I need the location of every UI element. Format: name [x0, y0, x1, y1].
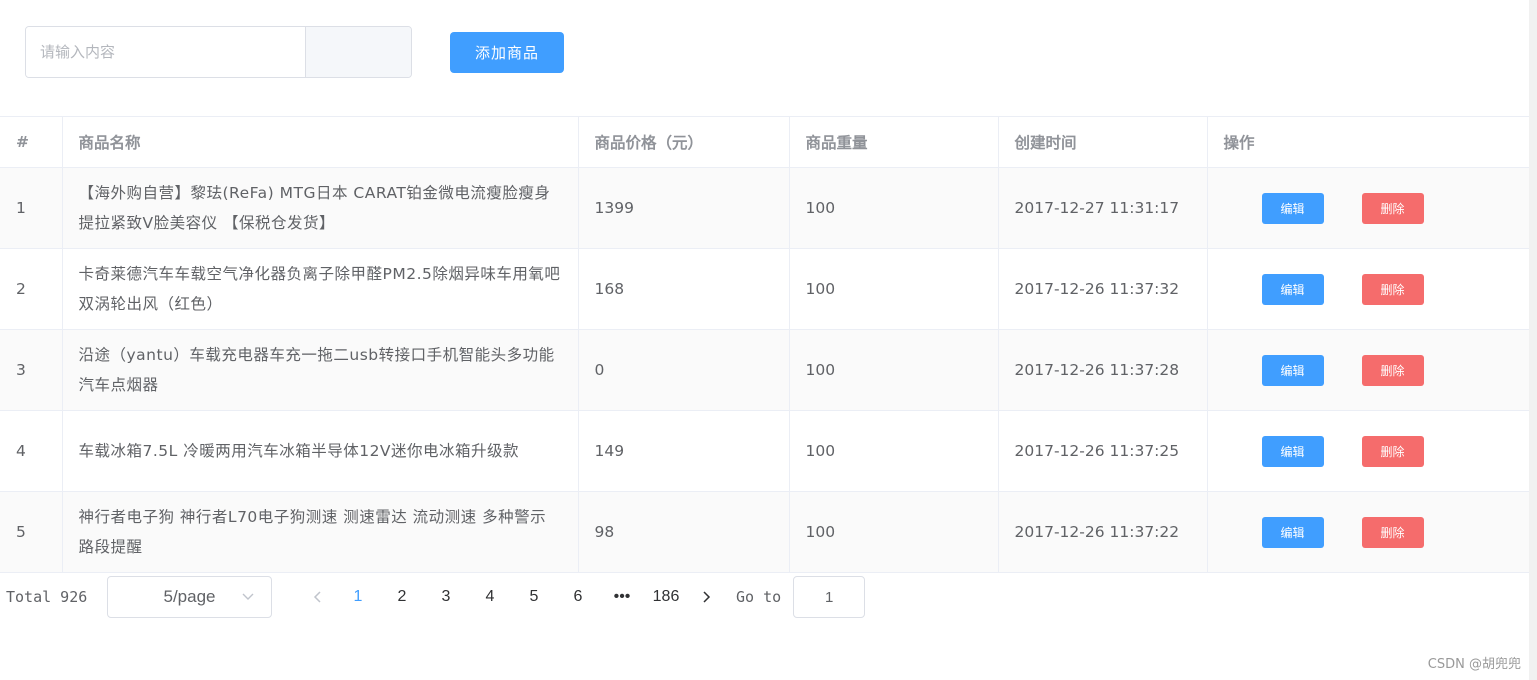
- row-actions: 编辑 删除: [1207, 248, 1530, 330]
- header-actions: 操作: [1207, 116, 1530, 168]
- search-append-button[interactable]: [305, 27, 411, 77]
- row-index: 5: [0, 491, 63, 573]
- row-actions: 编辑 删除: [1207, 491, 1530, 573]
- table-row: 5 神行者电子狗 神行者L70电子狗测速 测速雷达 流动测速 多种警示路段提醒 …: [0, 491, 1530, 573]
- product-weight: 100: [789, 491, 999, 573]
- table-row: 3 沿途（yantu）车载充电器车充一拖二usb转接口手机智能头多功能汽车点烟器…: [0, 329, 1530, 411]
- page-size-select[interactable]: 5/page: [107, 576, 272, 618]
- table-row: 1 【海外购自营】黎珐(ReFa) MTG日本 CARAT铂金微电流瘦脸瘦身提拉…: [0, 167, 1530, 249]
- product-time: 2017-12-26 11:37:32: [998, 248, 1208, 330]
- search-group: [25, 26, 412, 78]
- row-index: 3: [0, 329, 63, 411]
- product-weight: 100: [789, 248, 999, 330]
- product-price: 168: [578, 248, 790, 330]
- product-weight: 100: [789, 410, 999, 492]
- product-name: 神行者电子狗 神行者L70电子狗测速 测速雷达 流动测速 多种警示路段提醒: [62, 491, 579, 573]
- edit-button[interactable]: 编辑: [1261, 516, 1324, 548]
- page-button-1[interactable]: 1: [336, 588, 380, 606]
- row-actions: 编辑 删除: [1207, 410, 1530, 492]
- delete-button[interactable]: 删除: [1361, 273, 1424, 305]
- watermark: CSDN @胡兜兜: [1427, 657, 1521, 672]
- product-table: # 商品名称 商品价格（元） 商品重量 创建时间 操作 1 【海外购自营】黎珐(…: [0, 116, 1530, 573]
- page-button-6[interactable]: 6: [556, 588, 600, 606]
- edit-button[interactable]: 编辑: [1261, 273, 1324, 305]
- page-button-3[interactable]: 3: [424, 588, 468, 606]
- search-input[interactable]: [26, 27, 305, 77]
- page-button-4[interactable]: 4: [468, 588, 512, 606]
- chevron-down-icon: [242, 593, 254, 600]
- product-time: 2017-12-26 11:37:28: [998, 329, 1208, 411]
- product-time: 2017-12-26 11:37:22: [998, 491, 1208, 573]
- chevron-right-icon: [703, 591, 711, 603]
- header-weight: 商品重量: [789, 116, 999, 168]
- goto-label: Go to: [736, 588, 782, 606]
- product-price: 1399: [578, 167, 790, 249]
- product-price: 149: [578, 410, 790, 492]
- row-actions: 编辑 删除: [1207, 329, 1530, 411]
- product-name: 车载冰箱7.5L 冷暖两用汽车冰箱半导体12V迷你电冰箱升级款: [62, 410, 579, 492]
- goto: Go to: [736, 576, 866, 618]
- delete-button[interactable]: 删除: [1361, 516, 1424, 548]
- add-product-button[interactable]: 添加商品: [450, 32, 564, 73]
- page-button-2[interactable]: 2: [380, 588, 424, 606]
- table-row: 2 卡奇莱德汽车车载空气净化器负离子除甲醛PM2.5除烟异味车用氧吧双涡轮出风（…: [0, 248, 1530, 330]
- more-pages-button[interactable]: •••: [600, 588, 644, 606]
- chevron-left-icon: [313, 591, 321, 603]
- product-name: 沿途（yantu）车载充电器车充一拖二usb转接口手机智能头多功能汽车点烟器: [62, 329, 579, 411]
- edit-button[interactable]: 编辑: [1261, 435, 1324, 467]
- next-page-button[interactable]: [688, 590, 724, 604]
- edit-button[interactable]: 编辑: [1261, 192, 1324, 224]
- product-name: 【海外购自营】黎珐(ReFa) MTG日本 CARAT铂金微电流瘦脸瘦身提拉紧致…: [62, 167, 579, 249]
- prev-page-button[interactable]: [300, 590, 336, 604]
- delete-button[interactable]: 删除: [1361, 354, 1424, 386]
- row-index: 2: [0, 248, 63, 330]
- delete-button[interactable]: 删除: [1361, 435, 1424, 467]
- header-time: 创建时间: [998, 116, 1208, 168]
- header-price: 商品价格（元）: [578, 116, 790, 168]
- product-price: 0: [578, 329, 790, 411]
- header-name: 商品名称: [62, 116, 579, 168]
- product-time: 2017-12-26 11:37:25: [998, 410, 1208, 492]
- table-row: 4 车载冰箱7.5L 冷暖两用汽车冰箱半导体12V迷你电冰箱升级款 149 10…: [0, 410, 1530, 492]
- product-weight: 100: [789, 167, 999, 249]
- delete-button[interactable]: 删除: [1361, 192, 1424, 224]
- page-size-value: 5/page: [163, 587, 216, 606]
- row-index: 1: [0, 167, 63, 249]
- scrollbar[interactable]: [1529, 0, 1537, 680]
- page-button-5[interactable]: 5: [512, 588, 556, 606]
- table-header-row: # 商品名称 商品价格（元） 商品重量 创建时间 操作: [0, 116, 1530, 168]
- product-weight: 100: [789, 329, 999, 411]
- header-index: #: [0, 116, 63, 168]
- pagination: Total 926 5/page 1 2 3 4 5 6 ••• 186 Go …: [0, 576, 866, 618]
- product-name: 卡奇莱德汽车车载空气净化器负离子除甲醛PM2.5除烟异味车用氧吧双涡轮出风（红色…: [62, 248, 579, 330]
- total-count: Total 926: [6, 588, 88, 606]
- row-index: 4: [0, 410, 63, 492]
- page-list: 1 2 3 4 5 6 ••• 186: [300, 588, 724, 606]
- product-time: 2017-12-27 11:31:17: [998, 167, 1208, 249]
- goto-page-input[interactable]: [793, 576, 866, 618]
- page-button-last[interactable]: 186: [644, 588, 688, 606]
- row-actions: 编辑 删除: [1207, 167, 1530, 249]
- edit-button[interactable]: 编辑: [1261, 354, 1324, 386]
- product-price: 98: [578, 491, 790, 573]
